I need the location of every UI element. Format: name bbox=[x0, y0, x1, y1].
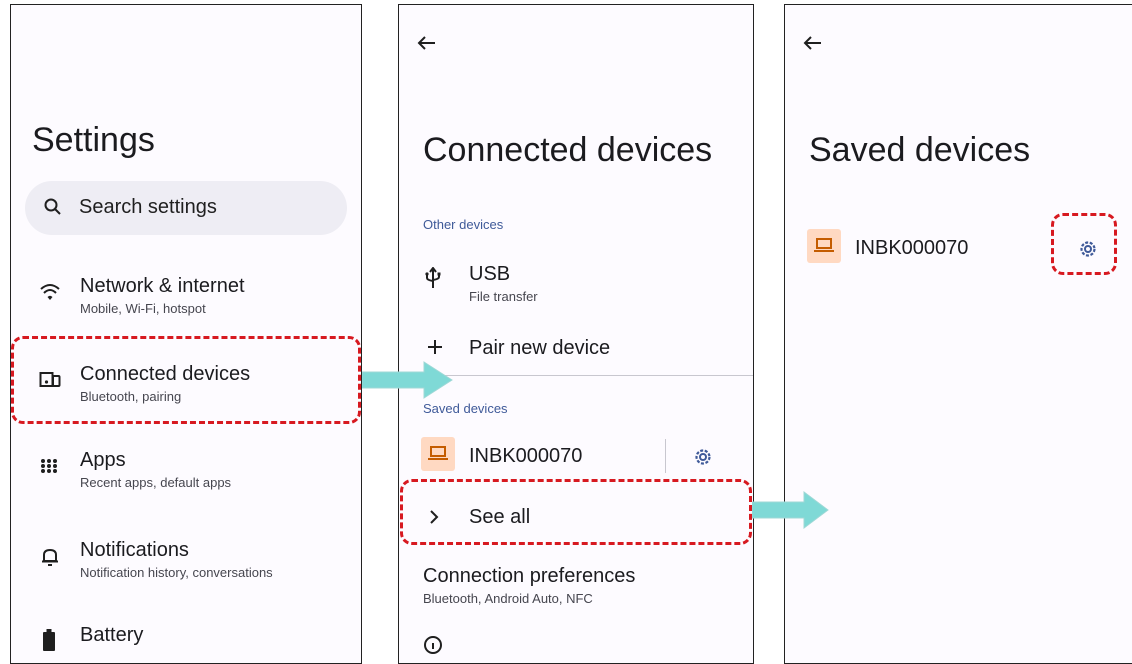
item-subtitle: Mobile, Wi-Fi, hotspot bbox=[80, 301, 206, 316]
settings-screen: Settings Search settings Network & inter… bbox=[10, 4, 362, 664]
item-title: USB bbox=[469, 263, 511, 285]
saved-device-item[interactable]: INBK000070 bbox=[785, 225, 1045, 273]
menu-item-apps[interactable]: Apps Recent apps, default apps bbox=[11, 441, 361, 501]
arrow-right-icon bbox=[362, 361, 453, 399]
menu-item-battery[interactable]: Battery bbox=[11, 615, 361, 656]
item-title: Pair new device bbox=[469, 337, 611, 359]
saved-devices-screen: Saved devices INBK000070 bbox=[784, 4, 1132, 664]
item-title: Connection preferences bbox=[423, 565, 636, 587]
section-header-saved: Saved devices bbox=[423, 401, 508, 416]
device-name: INBK000070 bbox=[469, 445, 583, 467]
item-subtitle: Recent apps, default apps bbox=[80, 475, 232, 490]
page-title: Settings bbox=[32, 121, 155, 159]
highlight-see-all bbox=[400, 479, 752, 545]
section-header-other: Other devices bbox=[423, 217, 504, 232]
connection-preferences-item[interactable]: Connection preferences Bluetooth, Androi… bbox=[399, 557, 753, 617]
item-subtitle: File transfer bbox=[469, 289, 538, 304]
item-title: Notifications bbox=[80, 539, 189, 561]
bell-icon bbox=[41, 547, 59, 572]
search-icon bbox=[43, 197, 63, 222]
page-title: Saved devices bbox=[809, 131, 1031, 169]
laptop-icon bbox=[428, 445, 448, 466]
arrow-right-icon bbox=[752, 491, 829, 529]
usb-item[interactable]: USB File transfer bbox=[399, 253, 753, 313]
gear-icon[interactable] bbox=[693, 447, 713, 472]
highlight-connected-devices bbox=[11, 336, 361, 424]
device-name: INBK000070 bbox=[855, 237, 969, 259]
back-arrow-icon[interactable] bbox=[803, 33, 823, 55]
usb-icon bbox=[425, 266, 441, 294]
plus-icon bbox=[427, 339, 443, 360]
info-icon bbox=[423, 635, 443, 660]
saved-device-item[interactable]: INBK000070 bbox=[399, 433, 659, 481]
menu-item-network[interactable]: Network & internet Mobile, Wi-Fi, hotspo… bbox=[11, 267, 361, 327]
vertical-divider bbox=[665, 439, 666, 473]
item-subtitle: Bluetooth, Android Auto, NFC bbox=[423, 591, 593, 606]
highlight-gear bbox=[1051, 213, 1117, 275]
item-subtitle: Notification history, conversations bbox=[80, 565, 273, 580]
search-placeholder: Search settings bbox=[79, 196, 217, 218]
item-title: Apps bbox=[80, 449, 126, 471]
back-arrow-icon[interactable] bbox=[417, 33, 437, 55]
laptop-icon bbox=[814, 237, 834, 258]
search-bar[interactable]: Search settings bbox=[25, 181, 347, 235]
menu-item-notifications[interactable]: Notifications Notification history, conv… bbox=[11, 531, 361, 591]
apps-grid-icon bbox=[40, 458, 58, 479]
battery-icon bbox=[43, 629, 55, 656]
page-title: Connected devices bbox=[423, 131, 713, 169]
item-title: Network & internet bbox=[80, 275, 245, 297]
connected-devices-screen: Connected devices Other devices USB File… bbox=[398, 4, 754, 664]
wifi-icon bbox=[39, 283, 61, 306]
